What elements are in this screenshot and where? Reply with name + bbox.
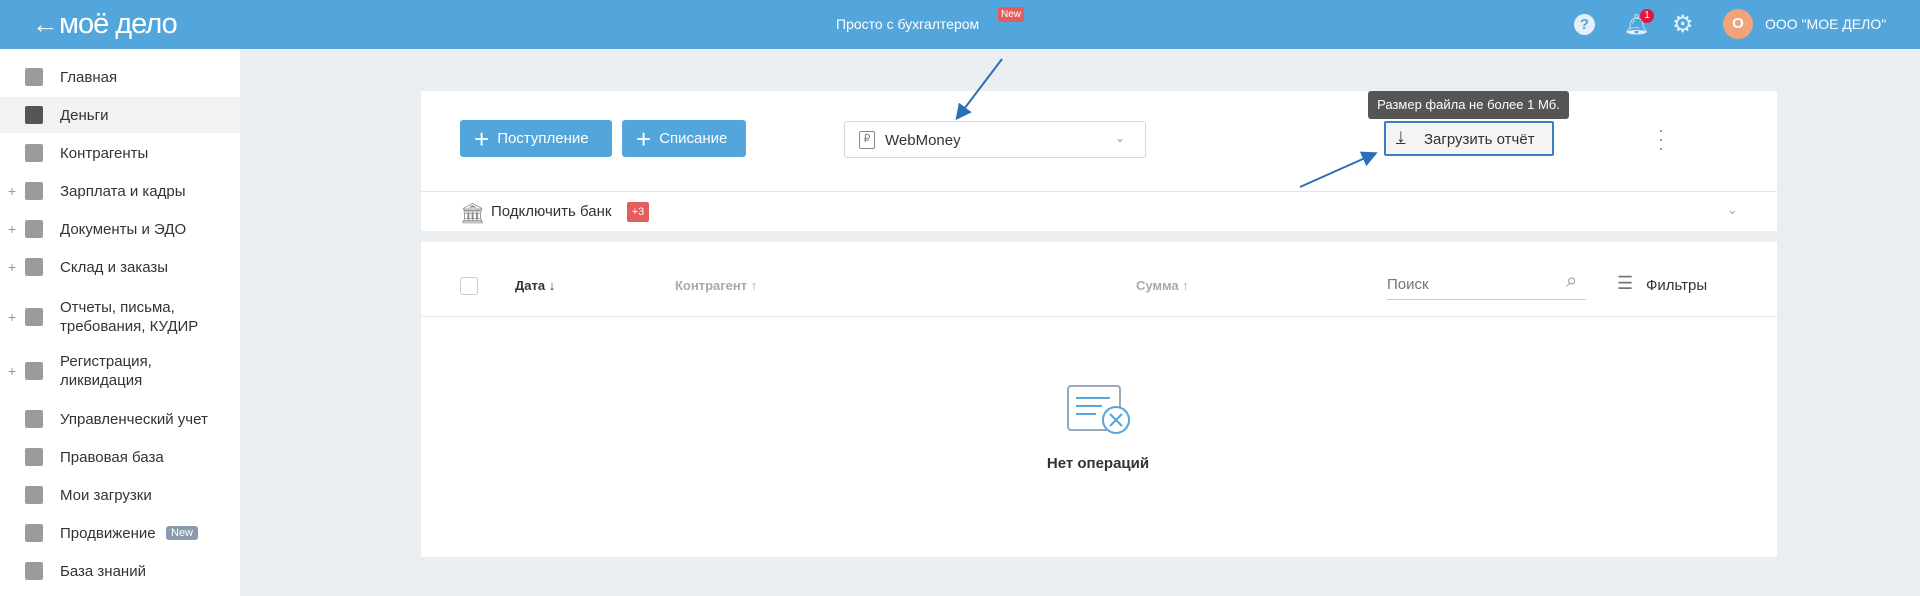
select-all-checkbox[interactable] (460, 277, 478, 295)
sidebar-item-registration[interactable]: + Регистрация, ликвидация (0, 349, 240, 393)
notification-badge: 1 (1640, 9, 1654, 23)
contractor-column-header[interactable]: Контрагент ↑ (675, 278, 757, 293)
sidebar-item-knowledge[interactable]: База знаний (0, 553, 240, 589)
person-icon (25, 144, 43, 162)
graduation-cap-icon (25, 562, 43, 580)
sum-column-header[interactable]: Сумма ↑ (1136, 278, 1189, 293)
wallet-icon (25, 182, 43, 200)
bank-count-badge: +3 (627, 202, 649, 222)
money-icon (25, 106, 43, 124)
tooltip: Размер файла не более 1 Мб. (1368, 91, 1569, 119)
divider (421, 191, 1777, 192)
promo-new-badge: New (998, 7, 1025, 22)
search-icon[interactable]: ⌕ (1566, 270, 1577, 293)
new-badge: New (166, 526, 199, 540)
empty-state-text: Нет операций (1046, 455, 1150, 472)
sidebar-item-management[interactable]: Управленческий учет (0, 401, 240, 437)
download-icon: ↓ (1396, 126, 1406, 147)
connect-bank-link[interactable]: Подключить банк (491, 203, 611, 220)
add-income-button[interactable]: + Поступление (460, 120, 612, 157)
sidebar-item-documents[interactable]: + Документы и ЭДО (0, 211, 240, 247)
home-icon (25, 68, 43, 86)
logo[interactable]: моё дело (59, 8, 178, 41)
top-header: ← моё дело Просто с бухгалтером New ? 🔔︎… (0, 0, 1920, 49)
date-column-header[interactable]: Дата ↓ (515, 278, 555, 293)
divider (421, 316, 1777, 317)
toolbar-card (421, 91, 1777, 231)
sidebar-item-reports[interactable]: + Отчеты, письма, требования, КУДИР (0, 295, 240, 339)
filter-sliders-icon[interactable]: ☰ (1617, 273, 1633, 294)
folder-icon (25, 486, 43, 504)
help-icon[interactable]: ? (1574, 14, 1595, 35)
cart-icon (25, 258, 43, 276)
filters-button[interactable]: Фильтры (1646, 277, 1707, 294)
avatar[interactable]: О (1723, 9, 1753, 39)
sidebar: Главная Деньги Контрагенты + Зарплата и к… (0, 49, 240, 596)
upload-report-button[interactable]: ↓ Загрузить отчёт (1384, 121, 1554, 156)
promo-link[interactable]: Просто с бухгалтером (836, 16, 979, 32)
gear-icon[interactable]: ⚙ (1672, 10, 1694, 39)
org-name[interactable]: ООО "МОЕ ДЕЛО" (1765, 16, 1886, 32)
chevron-down-icon: ⌄ (1115, 131, 1126, 145)
report-icon (25, 308, 43, 326)
registration-icon (25, 362, 43, 380)
chevron-down-icon[interactable]: ⌄ (1727, 202, 1738, 218)
empty-list-icon (1067, 385, 1130, 434)
folder-icon (25, 220, 43, 238)
add-expense-button[interactable]: + Списание (622, 120, 746, 157)
sidebar-item-money[interactable]: Деньги (0, 97, 240, 133)
sidebar-item-home[interactable]: Главная (0, 59, 240, 95)
bank-icon: 🏛︎ (460, 203, 486, 225)
chart-icon (25, 524, 43, 542)
more-menu-icon[interactable]: · · · (1658, 121, 1664, 157)
ruble-icon (25, 410, 43, 428)
wallet-ruble-icon: ₽ (859, 131, 875, 149)
sidebar-item-downloads[interactable]: Мои загрузки (0, 477, 240, 513)
sidebar-item-promotion[interactable]: Продвижение New (0, 515, 240, 551)
sidebar-item-salary[interactable]: + Зарплата и кадры (0, 173, 240, 209)
account-select[interactable]: ₽ WebMoney ⌄ (844, 121, 1146, 158)
back-arrow-icon[interactable]: ← (32, 9, 58, 40)
sidebar-item-warehouse[interactable]: + Склад и заказы (0, 249, 240, 285)
search-input[interactable] (1387, 270, 1586, 300)
sidebar-item-contractors[interactable]: Контрагенты (0, 135, 240, 171)
